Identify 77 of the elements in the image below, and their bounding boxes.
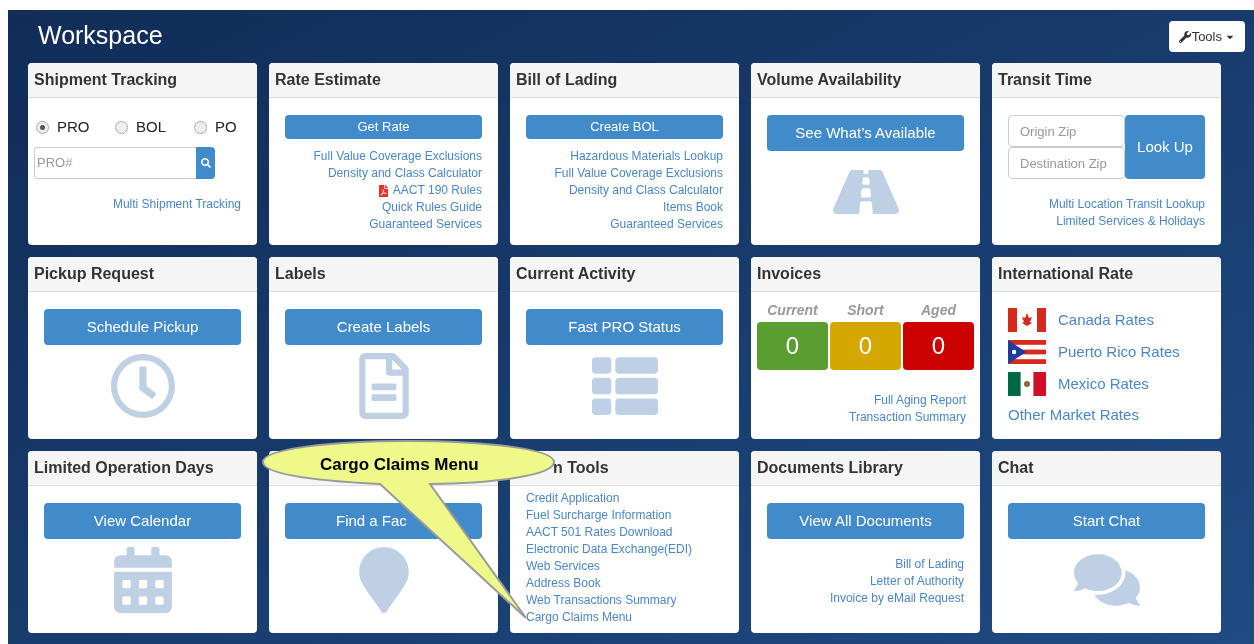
link[interactable]: Guaranteed Services [610,216,723,233]
action-button[interactable]: Get Rate [285,115,482,139]
link[interactable]: Address Book [526,575,601,592]
flag-icon [1008,372,1046,396]
radio-option[interactable]: BOL [115,116,172,139]
link[interactable]: Guaranteed Services [369,216,482,233]
tools-button[interactable]: Tools [1168,21,1245,52]
link[interactable]: Density and Class Calculator [568,182,723,199]
link[interactable]: Limited Services & Holidays [1056,213,1205,230]
search-icon [200,157,211,168]
action-button[interactable]: Start Chat [1008,503,1205,539]
link[interactable]: Credit Application [526,490,620,507]
link[interactable]: Cargo Claims Menu [526,609,633,626]
link[interactable]: Web Services [526,558,600,575]
zip-field[interactable]: Destination Zip [1008,147,1125,179]
link[interactable]: Web Transactions Summary [526,592,677,609]
look-up-button[interactable]: Look Up [1125,115,1205,179]
clock-icon [109,353,176,419]
counter-label: Current [767,301,818,320]
action-button[interactable]: Fast PRO Status [526,309,723,345]
flag-icon [1008,308,1046,332]
link[interactable]: Letter of Authority [869,573,964,590]
radio-option[interactable]: PRO [36,116,93,139]
link[interactable]: Hazardous Materials Lookup [570,148,723,165]
action-button[interactable]: View Calendar [44,503,241,539]
card-title: Labels [275,264,326,284]
link[interactable]: Quick Rules Guide [381,199,482,216]
link[interactable]: Multi Shipment Tracking [112,195,241,213]
action-button[interactable]: See What’s Available [767,115,964,151]
counter-tile[interactable]: 0 [830,322,901,370]
pro-number-field[interactable]: PRO# [34,146,196,179]
zip-field[interactable]: Origin Zip [1008,115,1125,147]
action-button[interactable]: Create BOL [526,115,723,139]
link[interactable]: Fuel Surcharge Information [526,507,672,524]
rate-link[interactable]: Puerto Rico Rates [1058,340,1180,364]
card-title: Bill of Lading [516,70,618,90]
link[interactable]: Electronic Data Exchange(EDI) [526,541,693,558]
card-title: Limited Operation Days [34,458,214,478]
card-title: Shipment Tracking [34,70,178,90]
link[interactable]: Items Book [662,199,723,216]
link[interactable]: Density and Class Calculator [327,165,482,182]
link[interactable]: Invoice by eMail Request [829,590,964,607]
wrench-icon [1178,30,1191,43]
pdf-icon [377,184,389,197]
action-button[interactable]: Schedule Pickup [44,309,241,345]
radio-option[interactable]: PO [194,116,251,139]
link[interactable]: Bill of Lading [895,556,964,573]
card-title: n Tools [553,458,609,478]
link[interactable]: Full Aging Report [873,392,966,409]
counter-label: Aged [921,301,956,320]
link[interactable]: AACT 501 Rates Download [526,524,673,541]
counter-tile[interactable]: 0 [757,322,828,370]
action-button[interactable]: Create Labels [285,309,482,345]
action-button[interactable]: View All Documents [767,503,964,539]
card-title: International Rate [998,264,1134,284]
link[interactable]: Multi Location Transit Lookup [1048,196,1205,213]
link[interactable]: AACT 190 Rules [377,182,482,199]
rate-link[interactable]: Other Market Rates [1008,404,1205,427]
page-title: Workspace [37,19,163,51]
card-title: Invoices [757,264,822,284]
callout-text: Cargo Claims Menu [320,454,479,476]
card-title: Current Activity [516,264,636,284]
link[interactable]: Full Value Coverage Exclusions [554,165,723,182]
rate-link[interactable]: Canada Rates [1058,308,1154,332]
link[interactable]: Full Value Coverage Exclusions [313,148,482,165]
rate-link[interactable]: Mexico Rates [1058,372,1149,396]
counter-tile[interactable]: 0 [903,322,974,370]
flag-icon [1008,340,1046,364]
counter-label: Short [847,301,884,320]
card-title: Volume Availability [757,70,902,90]
card-title: Chat [998,458,1034,478]
card-title: Documents Library [757,458,903,478]
card-title: Transit Time [998,70,1092,90]
search-button[interactable] [196,146,215,179]
card-title: Rate Estimate [275,70,381,90]
link[interactable]: Transaction Summary [849,409,966,426]
card-title: Pickup Request [34,264,155,284]
